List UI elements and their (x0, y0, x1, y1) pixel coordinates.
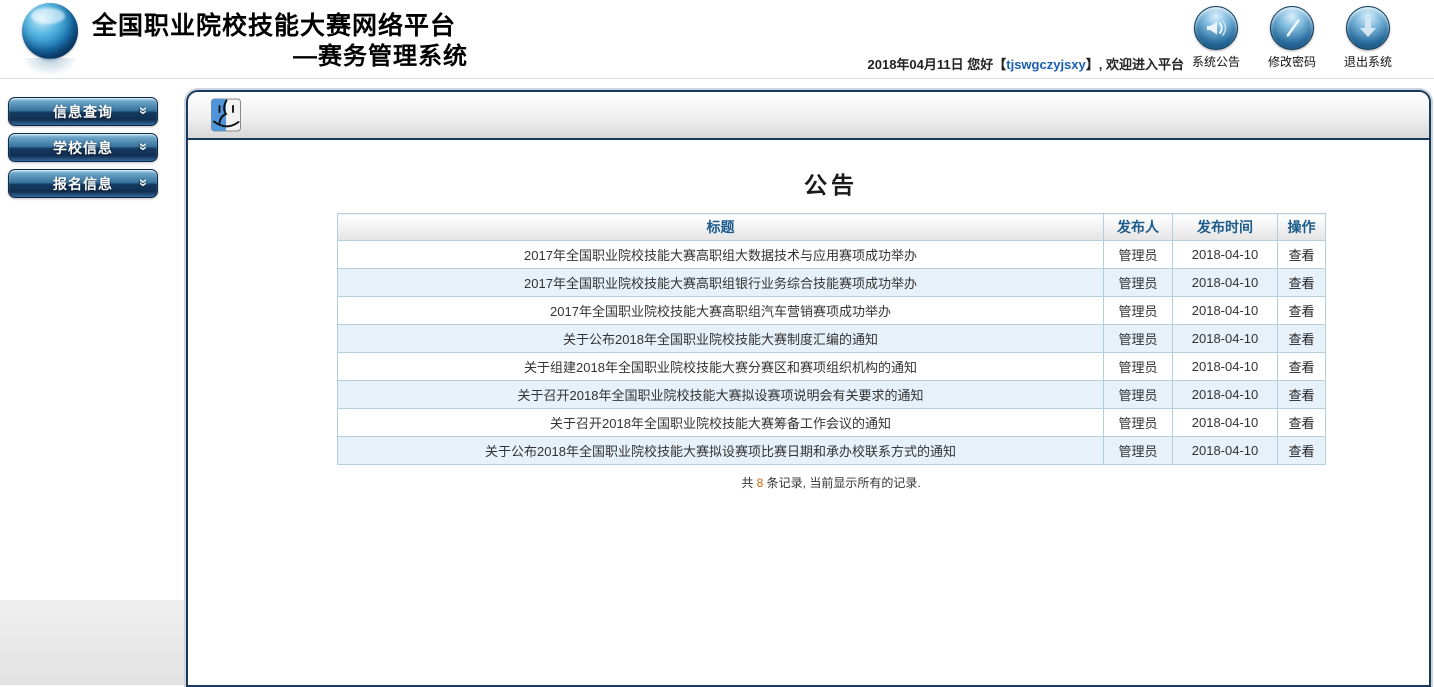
column-header-title: 标题 (338, 214, 1104, 241)
announcement-row: 2017年全国职业院校技能大赛高职组汽车营销赛项成功举办管理员2018-04-1… (338, 297, 1326, 325)
main-content-panel: 公告 标题 发布人 发布时间 操作 2017年全国职业院校技能大赛高职组大数据技… (186, 90, 1431, 687)
publish-date-cell: 2018-04-10 (1173, 409, 1278, 437)
publisher-cell: 管理员 (1104, 409, 1173, 437)
system-announcement-label: 系统公告 (1192, 53, 1240, 70)
publish-date-cell: 2018-04-10 (1173, 353, 1278, 381)
megaphone-icon (1194, 6, 1238, 50)
publisher-cell: 管理员 (1104, 269, 1173, 297)
pencil-icon (1270, 6, 1314, 50)
announcement-title-cell: 2017年全国职业院校技能大赛高职组汽车营销赛项成功举办 (338, 297, 1104, 325)
view-link[interactable]: 查看 (1278, 297, 1326, 325)
announcement-row: 关于组建2018年全国职业院校技能大赛分赛区和赛项组织机构的通知管理员2018-… (338, 353, 1326, 381)
view-link[interactable]: 查看 (1278, 353, 1326, 381)
announcement-title-cell: 关于召开2018年全国职业院校技能大赛筹备工作会议的通知 (338, 409, 1104, 437)
app-header: 全国职业院校技能大赛网络平台 —赛务管理系统 2018年04月11日 您好【tj… (0, 0, 1434, 79)
content-toolbar (188, 92, 1429, 140)
announcement-row: 关于召开2018年全国职业院校技能大赛拟设赛项说明会有关要求的通知管理员2018… (338, 381, 1326, 409)
view-link[interactable]: 查看 (1278, 269, 1326, 297)
app-title: 全国职业院校技能大赛网络平台 —赛务管理系统 (92, 11, 468, 72)
publisher-cell: 管理员 (1104, 353, 1173, 381)
sidebar-menu: 信息查询 » 学校信息 » 报名信息 » (8, 97, 158, 205)
logout-label: 退出系统 (1344, 53, 1392, 70)
publish-date-cell: 2018-04-10 (1173, 297, 1278, 325)
sidebar-item-registration-info[interactable]: 报名信息 » (8, 169, 158, 198)
welcome-prefix: 2018年04月11日 您好【 (868, 57, 1007, 72)
publisher-cell: 管理员 (1104, 297, 1173, 325)
system-announcement-button[interactable]: 系统公告 (1186, 6, 1246, 70)
page-background-block (0, 600, 184, 685)
view-link[interactable]: 查看 (1278, 325, 1326, 353)
chevron-down-icon: » (135, 106, 152, 115)
announcement-row: 2017年全国职业院校技能大赛高职组银行业务综合技能赛项成功举办管理员2018-… (338, 269, 1326, 297)
records-summary: 共 8 条记录, 当前显示所有的记录. (337, 474, 1325, 491)
logout-button[interactable]: 退出系统 (1338, 6, 1398, 70)
announcement-title-cell: 关于公布2018年全国职业院校技能大赛制度汇编的通知 (338, 325, 1104, 353)
records-prefix: 共 (741, 476, 756, 490)
view-link[interactable]: 查看 (1278, 381, 1326, 409)
publish-date-cell: 2018-04-10 (1173, 269, 1278, 297)
announcements-table: 标题 发布人 发布时间 操作 2017年全国职业院校技能大赛高职组大数据技术与应… (337, 213, 1326, 465)
column-header-date: 发布时间 (1173, 214, 1278, 241)
announcement-title-cell: 2017年全国职业院校技能大赛高职组大数据技术与应用赛项成功举办 (338, 241, 1104, 269)
globe-logo-icon (22, 3, 78, 59)
sidebar-item-school-info[interactable]: 学校信息 » (8, 133, 158, 162)
sidebar-item-label: 学校信息 (53, 138, 113, 158)
announcement-row: 2017年全国职业院校技能大赛高职组大数据技术与应用赛项成功举办管理员2018-… (338, 241, 1326, 269)
announcement-section: 公告 标题 发布人 发布时间 操作 2017年全国职业院校技能大赛高职组大数据技… (337, 166, 1325, 491)
publisher-cell: 管理员 (1104, 381, 1173, 409)
chevron-down-icon: » (135, 142, 152, 151)
publish-date-cell: 2018-04-10 (1173, 241, 1278, 269)
table-header-row: 标题 发布人 发布时间 操作 (338, 214, 1326, 241)
view-link[interactable]: 查看 (1278, 241, 1326, 269)
announcement-row: 关于公布2018年全国职业院校技能大赛制度汇编的通知管理员2018-04-10查… (338, 325, 1326, 353)
announcement-row: 关于召开2018年全国职业院校技能大赛筹备工作会议的通知管理员2018-04-1… (338, 409, 1326, 437)
finder-icon (210, 96, 242, 134)
content-area: 公告 标题 发布人 发布时间 操作 2017年全国职业院校技能大赛高职组大数据技… (188, 140, 1429, 491)
publish-date-cell: 2018-04-10 (1173, 325, 1278, 353)
welcome-suffix: 】, 欢迎进入平台 (1086, 57, 1184, 72)
announcements-tbody: 2017年全国职业院校技能大赛高职组大数据技术与应用赛项成功举办管理员2018-… (338, 241, 1326, 465)
announcement-row: 关于公布2018年全国职业院校技能大赛拟设赛项比赛日期和承办校联系方式的通知管理… (338, 437, 1326, 465)
column-header-publisher: 发布人 (1104, 214, 1173, 241)
change-password-button[interactable]: 修改密码 (1262, 6, 1322, 70)
announcement-title-cell: 关于组建2018年全国职业院校技能大赛分赛区和赛项组织机构的通知 (338, 353, 1104, 381)
app-title-line1: 全国职业院校技能大赛网络平台 (92, 11, 468, 42)
header-actions: 系统公告 修改密码 退出系统 (1186, 6, 1398, 70)
announcement-title-cell: 2017年全国职业院校技能大赛高职组银行业务综合技能赛项成功举办 (338, 269, 1104, 297)
sidebar-item-info-query[interactable]: 信息查询 » (8, 97, 158, 126)
view-link[interactable]: 查看 (1278, 409, 1326, 437)
chevron-down-icon: » (135, 178, 152, 187)
view-link[interactable]: 查看 (1278, 437, 1326, 465)
globe-logo-reflection (22, 58, 78, 76)
welcome-username: tjswgczyjsxy (1006, 57, 1086, 72)
publish-date-cell: 2018-04-10 (1173, 381, 1278, 409)
publisher-cell: 管理员 (1104, 325, 1173, 353)
sidebar-item-label: 信息查询 (53, 102, 113, 122)
logout-arrow-icon (1346, 6, 1390, 50)
change-password-label: 修改密码 (1268, 53, 1316, 70)
page-title: 公告 (337, 166, 1325, 200)
announcement-title-cell: 关于召开2018年全国职业院校技能大赛拟设赛项说明会有关要求的通知 (338, 381, 1104, 409)
app-title-line2: —赛务管理系统 (92, 42, 468, 72)
sidebar-item-label: 报名信息 (53, 174, 113, 194)
welcome-message: 2018年04月11日 您好【tjswgczyjsxy】, 欢迎进入平台 (868, 54, 1184, 73)
publisher-cell: 管理员 (1104, 241, 1173, 269)
publisher-cell: 管理员 (1104, 437, 1173, 465)
announcement-title-cell: 关于公布2018年全国职业院校技能大赛拟设赛项比赛日期和承办校联系方式的通知 (338, 437, 1104, 465)
column-header-action: 操作 (1278, 214, 1326, 241)
publish-date-cell: 2018-04-10 (1173, 437, 1278, 465)
records-suffix: 条记录, 当前显示所有的记录. (763, 476, 920, 490)
